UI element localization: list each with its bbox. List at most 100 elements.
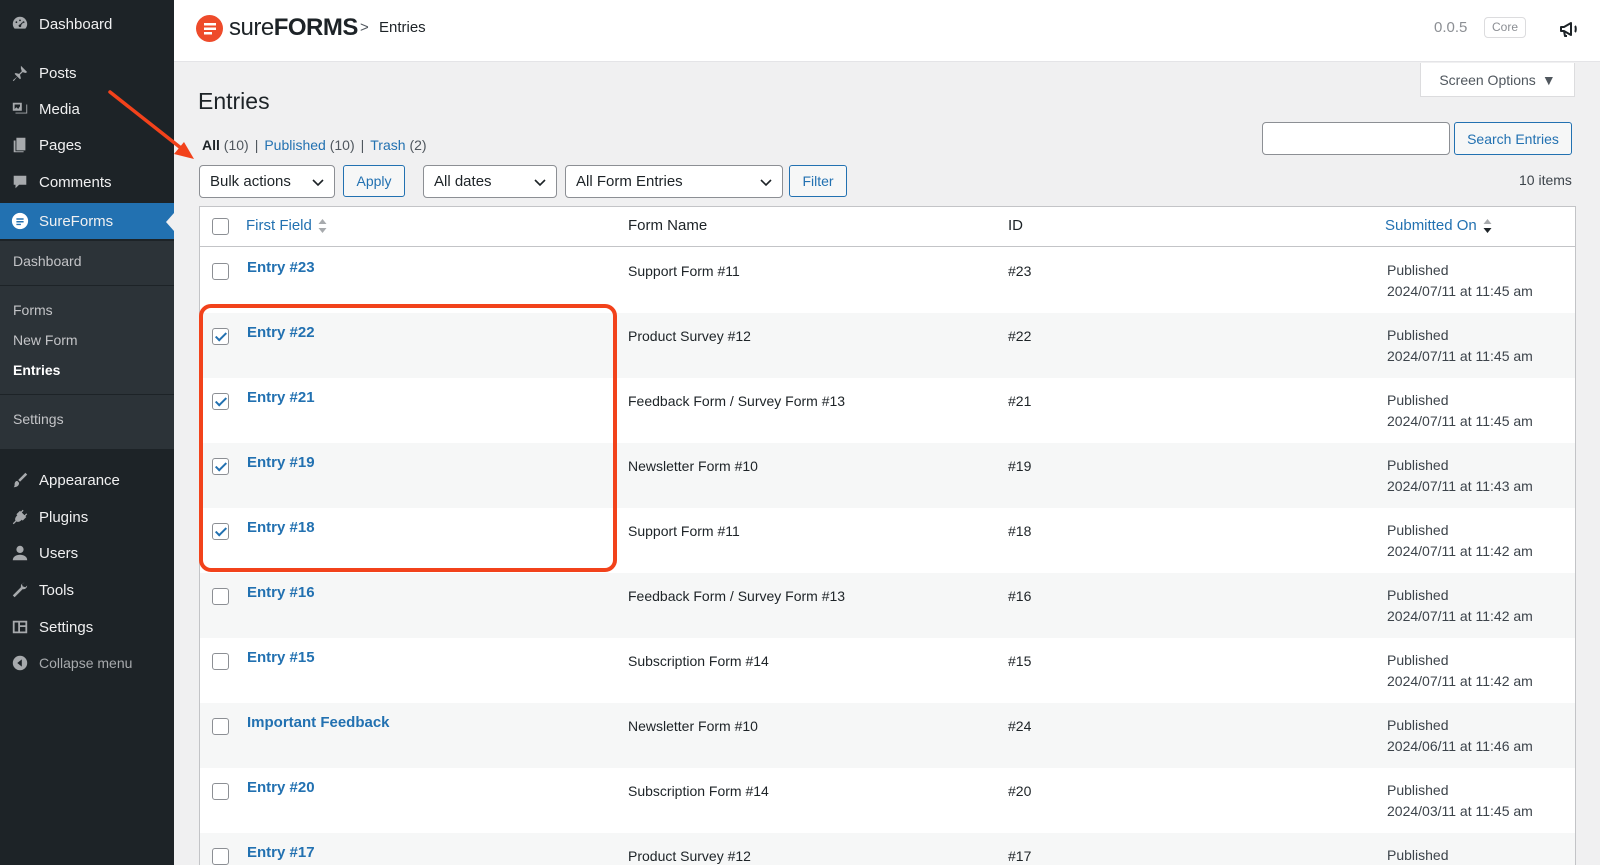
entry-status: Published	[1387, 717, 1449, 733]
form-name-cell: Newsletter Form #10	[628, 718, 758, 734]
collapse-menu[interactable]: Collapse menu	[0, 645, 174, 681]
menu-tools-label: Tools	[39, 581, 75, 599]
chevron-down-icon	[534, 179, 546, 187]
entry-id-cell: #18	[1008, 523, 1032, 539]
submitted-on-cell: Published 2024/07/11 at 11:42 am	[1387, 650, 1533, 692]
menu-sureforms[interactable]: SureForms	[0, 203, 174, 239]
row-checkbox[interactable]	[212, 718, 229, 735]
menu-plugins[interactable]: Plugins	[0, 499, 174, 535]
view-separator: |	[360, 137, 365, 153]
view-trash[interactable]: Trash (2)	[370, 137, 426, 153]
menu-plugins-label: Plugins	[39, 508, 89, 526]
entry-title-link[interactable]: Entry #23	[247, 259, 315, 276]
menu-media-label: Media	[39, 100, 80, 118]
chevron-down-icon	[312, 179, 324, 187]
column-first-field-label: First Field	[246, 217, 312, 234]
version-number: 0.0.5	[1434, 19, 1468, 36]
entry-id-cell: #19	[1008, 458, 1032, 474]
submenu-forms[interactable]: Forms	[13, 302, 53, 318]
view-filters: All (10) | Published (10) | Trash (2)	[202, 137, 427, 153]
row-checkbox[interactable]	[212, 588, 229, 605]
entry-id-cell: #17	[1008, 848, 1032, 864]
submenu-dashboard[interactable]: Dashboard	[13, 253, 82, 269]
bulk-actions-select[interactable]: Bulk actions	[199, 165, 335, 198]
submenu-new-form[interactable]: New Form	[13, 332, 78, 348]
entry-title-link[interactable]: Entry #17	[247, 844, 315, 861]
column-submitted-on-label: Submitted On	[1385, 217, 1477, 234]
breadcrumb: Entries	[379, 19, 426, 36]
annotation-arrow-icon	[108, 90, 194, 159]
submitted-on-cell: Published	[1387, 845, 1449, 865]
items-count: 10 items	[1519, 172, 1572, 188]
search-entries-button[interactable]: Search Entries	[1454, 122, 1572, 155]
sureforms-submenu: Dashboard Forms New Form Entries Setting…	[0, 241, 174, 449]
menu-dashboard[interactable]: Dashboard	[0, 6, 174, 42]
dashboard-icon	[10, 14, 30, 34]
row-checkbox[interactable]	[212, 783, 229, 800]
menu-sureforms-label: SureForms	[39, 212, 114, 230]
submitted-on-cell: Published 2024/07/11 at 11:42 am	[1387, 585, 1533, 627]
menu-appearance[interactable]: Appearance	[0, 462, 174, 498]
view-all[interactable]: All (10)	[202, 137, 249, 153]
entry-date: 2024/03/11 at 11:45 am	[1387, 803, 1533, 819]
view-published[interactable]: Published (10)	[264, 137, 354, 153]
screen-options-button[interactable]: Screen Options ▼	[1420, 63, 1575, 97]
entry-id-cell: #20	[1008, 783, 1032, 799]
search-input[interactable]	[1262, 122, 1450, 155]
plug-icon	[10, 507, 30, 527]
sureforms-logo-icon	[196, 15, 223, 42]
user-icon	[10, 543, 30, 563]
submenu-entries[interactable]: Entries	[13, 362, 60, 378]
menu-users[interactable]: Users	[0, 535, 174, 571]
submenu-divider	[0, 285, 174, 286]
row-checkbox[interactable]	[212, 848, 229, 865]
row-checkbox[interactable]	[212, 653, 229, 670]
caret-down-icon: ▼	[1541, 71, 1556, 88]
submitted-on-cell: Published 2024/07/11 at 11:43 am	[1387, 455, 1533, 497]
entry-title-link[interactable]: Entry #15	[247, 649, 315, 666]
entry-date: 2024/07/11 at 11:43 am	[1387, 478, 1533, 494]
view-published-label: Published	[264, 137, 326, 153]
brush-icon	[10, 470, 30, 490]
form-entries-select[interactable]: All Form Entries	[565, 165, 783, 198]
submitted-on-cell: Published 2024/07/11 at 11:45 am	[1387, 260, 1533, 302]
menu-comments[interactable]: Comments	[0, 164, 174, 200]
column-first-field[interactable]: First Field	[246, 217, 327, 234]
collapse-menu-label: Collapse menu	[39, 655, 133, 671]
apply-button[interactable]: Apply	[343, 165, 405, 197]
selection-highlight	[199, 304, 617, 572]
dates-value: All dates	[434, 173, 492, 190]
submenu-settings[interactable]: Settings	[13, 411, 64, 427]
select-all-checkbox[interactable]	[212, 218, 229, 235]
entry-title-link[interactable]: Entry #20	[247, 779, 315, 796]
view-all-count: (10)	[223, 137, 249, 153]
entry-date: 2024/07/11 at 11:45 am	[1387, 348, 1533, 364]
collapse-icon	[10, 653, 30, 673]
menu-settings[interactable]: Settings	[0, 609, 174, 645]
entry-date: 2024/07/11 at 11:45 am	[1387, 283, 1533, 299]
active-menu-arrow	[166, 213, 174, 231]
menu-settings-label: Settings	[39, 618, 94, 636]
dates-select[interactable]: All dates	[423, 165, 557, 198]
view-all-label: All	[202, 137, 220, 153]
entry-status: Published	[1387, 262, 1449, 278]
submitted-on-cell: Published 2024/07/11 at 11:42 am	[1387, 520, 1533, 562]
entry-title-link[interactable]: Entry #16	[247, 584, 315, 601]
form-name-cell: Feedback Form / Survey Form #13	[628, 393, 846, 409]
filter-button[interactable]: Filter	[789, 165, 847, 197]
settings-icon	[10, 617, 30, 637]
megaphone-icon[interactable]	[1558, 17, 1582, 41]
column-submitted-on[interactable]: Submitted On	[1385, 217, 1492, 234]
media-icon	[10, 99, 30, 119]
view-trash-count: (2)	[409, 137, 427, 153]
menu-comments-label: Comments	[39, 173, 112, 191]
entry-date: 2024/06/11 at 11:46 am	[1387, 738, 1533, 754]
row-checkbox[interactable]	[212, 263, 229, 280]
view-trash-label: Trash	[370, 137, 406, 153]
comments-icon	[10, 172, 30, 192]
form-name-cell: Subscription Form #14	[628, 653, 769, 669]
entry-title-link[interactable]: Important Feedback	[247, 714, 390, 731]
menu-tools[interactable]: Tools	[0, 572, 174, 608]
table-row: Entry #15 Subscription Form #14 #15 Publish…	[200, 638, 1575, 703]
entry-status: Published	[1387, 782, 1449, 798]
